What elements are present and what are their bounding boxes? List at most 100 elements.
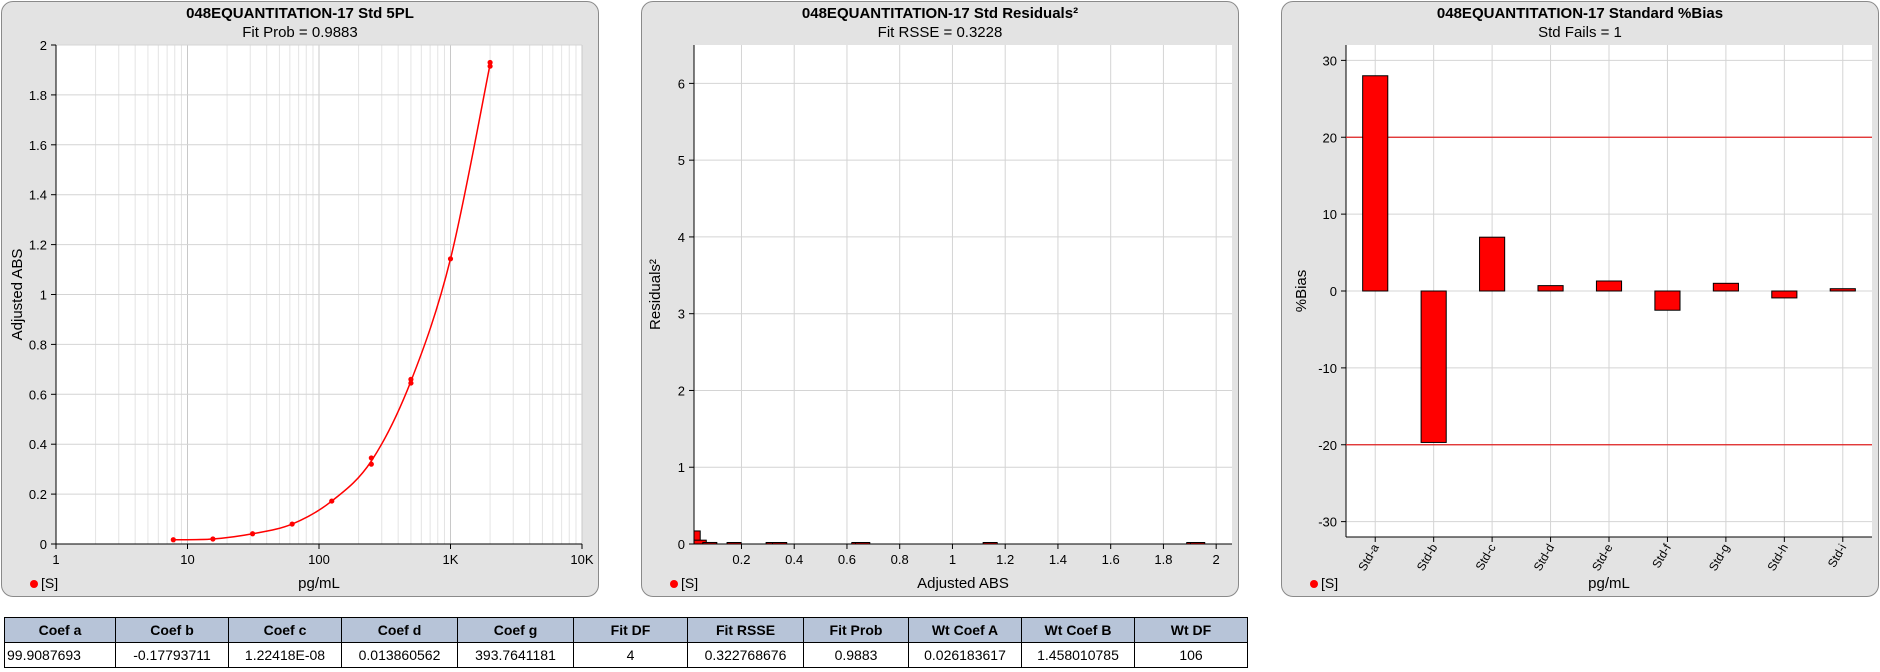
y-tick-label: 1 (678, 460, 685, 475)
data-point (447, 256, 454, 262)
cell-coef-b: -0.17793711 (115, 642, 229, 668)
x-tick-label: Std-a (1355, 541, 1382, 573)
y-tick-label: 4 (678, 230, 685, 245)
y-tick-label: 0.8 (29, 337, 47, 352)
cell-coef-d: 0.013860562 (341, 642, 458, 668)
y-axis-label: Residuals² (647, 259, 664, 330)
x-tick-label: 1K (443, 552, 459, 567)
cell-coef-g: 393.7641181 (457, 642, 574, 668)
table-header-row: Coef a Coef b Coef c Coef d Coef g Fit D… (4, 617, 1248, 643)
header-fit-df: Fit DF (573, 617, 688, 643)
y-axis-label: %Bias (1293, 270, 1310, 313)
data-point (368, 461, 374, 467)
x-tick-label: Std-f (1649, 541, 1674, 571)
cell-coef-c: 1.22418E-08 (228, 642, 342, 668)
header-coef-c: Coef c (228, 617, 342, 643)
x-tick-label: 100 (308, 552, 330, 567)
residuals-chart: 0.2 0.4 0.6 0.8 1 1.2 1.4 1.6 1.8 2 0 1 2 3 4 5 6 Adjuste… (647, 45, 1232, 592)
bias-panel: 048EQUANTITATION-17 Standard %Bias Std F… (1281, 1, 1879, 597)
header-fit-prob: Fit Prob (803, 617, 909, 643)
cell-wt-df: 106 (1134, 642, 1248, 668)
residual-bar (855, 542, 871, 545)
y-tick-label: 5 (678, 153, 685, 168)
x-tick-label: 1.8 (1154, 552, 1172, 567)
cell-fit-df: 4 (573, 642, 688, 668)
x-tick-label: 10K (570, 552, 593, 567)
residual-bar (702, 541, 718, 545)
header-coef-a: Coef a (4, 617, 116, 643)
bias-bar (1537, 285, 1564, 292)
y-tick-label: 0 (40, 537, 47, 552)
x-axis-label: pg/mL (1588, 575, 1630, 592)
y-tick-label: 0 (678, 537, 685, 552)
chart-legend[interactable]: [S] (670, 575, 698, 591)
x-tick-label: 1.2 (996, 552, 1014, 567)
bias-bar (1595, 280, 1623, 292)
residual-bar (1190, 542, 1206, 545)
x-tick-label: Std-g (1706, 542, 1732, 574)
bias-bar (1712, 282, 1739, 292)
x-tick-label: 1 (949, 552, 956, 567)
legend-label: [S] (41, 575, 59, 591)
legend-marker (670, 580, 678, 589)
y-tick-label: 1.2 (29, 238, 47, 253)
legend-label: [S] (1321, 575, 1339, 591)
y-axis-label: Adjusted ABS (9, 249, 26, 341)
x-tick-label: Std-d (1531, 542, 1557, 574)
x-axis-label: Adjusted ABS (917, 575, 1009, 592)
cell-coef-a: 99.9087693 (4, 642, 116, 668)
data-point (329, 498, 335, 504)
x-tick-label: 0.2 (732, 552, 750, 567)
coefficient-table: Coef a Coef b Coef c Coef d Coef g Fit D… (4, 617, 1248, 668)
y-tick-label: 3 (678, 307, 685, 322)
cell-wt-coef-b: 1.458010785 (1021, 642, 1135, 668)
x-tick-label: 0.4 (785, 552, 803, 567)
y-tick-label: 30 (1323, 53, 1337, 68)
x-tick-label: 1.4 (1049, 552, 1067, 567)
data-point (487, 59, 493, 66)
data-point (368, 455, 374, 461)
bias-bar (1771, 290, 1798, 299)
residual-bar (726, 542, 742, 545)
data-point (210, 536, 216, 542)
plot-area (694, 45, 1232, 544)
y-tick-label: 1.8 (29, 88, 47, 103)
chart-legend[interactable]: [S] (30, 575, 58, 591)
standard-curve-panel: 048EQUANTITATION-17 Std 5PL Fit Prob = 0… (1, 1, 599, 597)
bias-bar (1654, 290, 1681, 311)
y-tick-label: 1.4 (29, 188, 47, 203)
x-tick-label: 0.8 (891, 552, 909, 567)
header-wt-coef-a: Wt Coef A (908, 617, 1022, 643)
y-tick-label: 10 (1323, 207, 1337, 222)
legend-marker (1310, 580, 1318, 589)
y-tick-label: 1 (40, 288, 47, 303)
residual-bar (982, 542, 998, 545)
data-point (289, 521, 295, 527)
y-tick-label: 0 (1330, 284, 1337, 299)
x-tick-label: 10 (180, 552, 194, 567)
header-wt-df: Wt DF (1134, 617, 1248, 643)
y-tick-label: 0.4 (29, 437, 47, 452)
x-tick-label: Std-i (1825, 542, 1849, 570)
residuals-panel: 048EQUANTITATION-17 Std Residuals² Fit R… (641, 1, 1239, 597)
header-wt-coef-b: Wt Coef B (1021, 617, 1135, 643)
y-tick-label: 20 (1323, 130, 1337, 145)
x-tick-label: Std-b (1414, 541, 1441, 573)
header-fit-rsse: Fit RSSE (687, 617, 804, 643)
header-coef-d: Coef d (341, 617, 458, 643)
data-point (170, 537, 176, 543)
x-tick-label: 1 (52, 552, 59, 567)
y-tick-label: 2 (678, 383, 685, 398)
header-coef-g: Coef g (457, 617, 574, 643)
y-tick-label: 0.6 (29, 387, 47, 402)
x-axis-label: pg/mL (298, 575, 340, 592)
legend-marker (30, 580, 38, 589)
cell-wt-coef-a: 0.026183617 (908, 642, 1022, 668)
chart-legend[interactable]: [S] (1310, 575, 1338, 591)
header-coef-b: Coef b (115, 617, 229, 643)
bias-bar (1362, 75, 1389, 292)
cell-fit-prob: 0.9883 (803, 642, 909, 668)
bias-bar (1479, 236, 1506, 292)
x-tick-label: Std-c (1473, 542, 1499, 573)
table-row: 99.9087693 -0.17793711 1.22418E-08 0.013… (4, 642, 1248, 668)
